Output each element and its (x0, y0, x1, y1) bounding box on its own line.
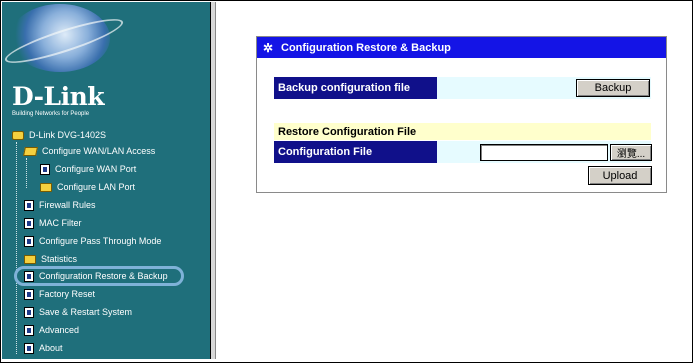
sidebar-item-label: D-Link DVG-1402S (29, 130, 107, 140)
sidebar-item-label: Firewall Rules (39, 200, 96, 210)
backup-button[interactable]: Backup (576, 79, 650, 97)
sidebar-item-statistics[interactable]: Statistics (24, 251, 77, 267)
folder-icon (24, 254, 36, 264)
brand-logo: D-Link (12, 82, 105, 111)
main-content: ✲ Configuration Restore & Backup Backup … (216, 2, 691, 359)
globe-logo-icon (10, 4, 110, 72)
selected-item-highlight-ring (14, 266, 184, 286)
browse-button[interactable]: 瀏覽... (610, 144, 652, 161)
restore-backup-panel: ✲ Configuration Restore & Backup Backup … (256, 36, 667, 193)
configuration-file-label: Configuration File (274, 141, 437, 163)
sidebar-item-configure-wan-port[interactable]: Configure WAN Port (40, 161, 136, 177)
sidebar-item-label: Statistics (41, 254, 78, 264)
file-path-input[interactable] (480, 144, 608, 161)
page-icon (24, 235, 34, 247)
sidebar-item-configure-lan-port[interactable]: Configure LAN Port (40, 179, 135, 195)
sidebar-item-advanced[interactable]: Advanced (24, 322, 79, 338)
sidebar-item-label: About (39, 343, 63, 353)
sidebar-item-label: MAC Filter (39, 218, 82, 228)
sidebar-item-factory-reset[interactable]: Factory Reset (24, 286, 95, 302)
sidebar-item-pass-through-mode[interactable]: Configure Pass Through Mode (24, 233, 161, 249)
sidebar-item-label: Configure Pass Through Mode (39, 236, 162, 246)
sidebar-item-label: Factory Reset (39, 289, 96, 299)
sidebar-item-label: Configure WAN/LAN Access (42, 146, 156, 156)
sidebar-item-save-restart-system[interactable]: Save & Restart System (24, 304, 132, 320)
page-icon (24, 306, 34, 318)
sidebar-item-configure-wan-lan-access[interactable]: Configure WAN/LAN Access (23, 143, 156, 159)
brand-tagline: Building Networks for People (12, 111, 90, 117)
page-icon (24, 324, 34, 336)
sidebar-item-label: Advanced (39, 325, 80, 335)
sidebar-item-label: Save & Restart System (39, 307, 133, 317)
sidebar-item-about[interactable]: About (24, 340, 63, 356)
restore-section-title: Restore Configuration File (274, 123, 651, 140)
backup-label: Backup configuration file (274, 77, 437, 99)
page-icon (24, 199, 34, 211)
page-icon (24, 288, 34, 300)
root-folder-icon (12, 130, 24, 140)
sidebar-item-firewall-rules[interactable]: Firewall Rules (24, 197, 96, 213)
panel-title: Configuration Restore & Backup (281, 41, 451, 54)
upload-button[interactable]: Upload (588, 166, 652, 185)
page-icon (24, 342, 34, 354)
sidebar-item-label: Configure LAN Port (57, 182, 136, 192)
panel-header: ✲ Configuration Restore & Backup (257, 37, 666, 58)
sidebar-item-mac-filter[interactable]: MAC Filter (24, 215, 82, 231)
sidebar-item-label: Configure WAN Port (55, 164, 137, 174)
page-icon (40, 163, 50, 175)
page-icon (24, 217, 34, 229)
tree-connector (16, 142, 17, 354)
folder-icon (40, 182, 52, 192)
gear-icon: ✲ (262, 40, 274, 55)
open-folder-icon (23, 146, 38, 156)
tree-connector (26, 158, 27, 188)
sidebar: D-Link Building Networks for People D-Li… (2, 2, 210, 359)
sidebar-item-device-root[interactable]: D-Link DVG-1402S (12, 127, 106, 143)
